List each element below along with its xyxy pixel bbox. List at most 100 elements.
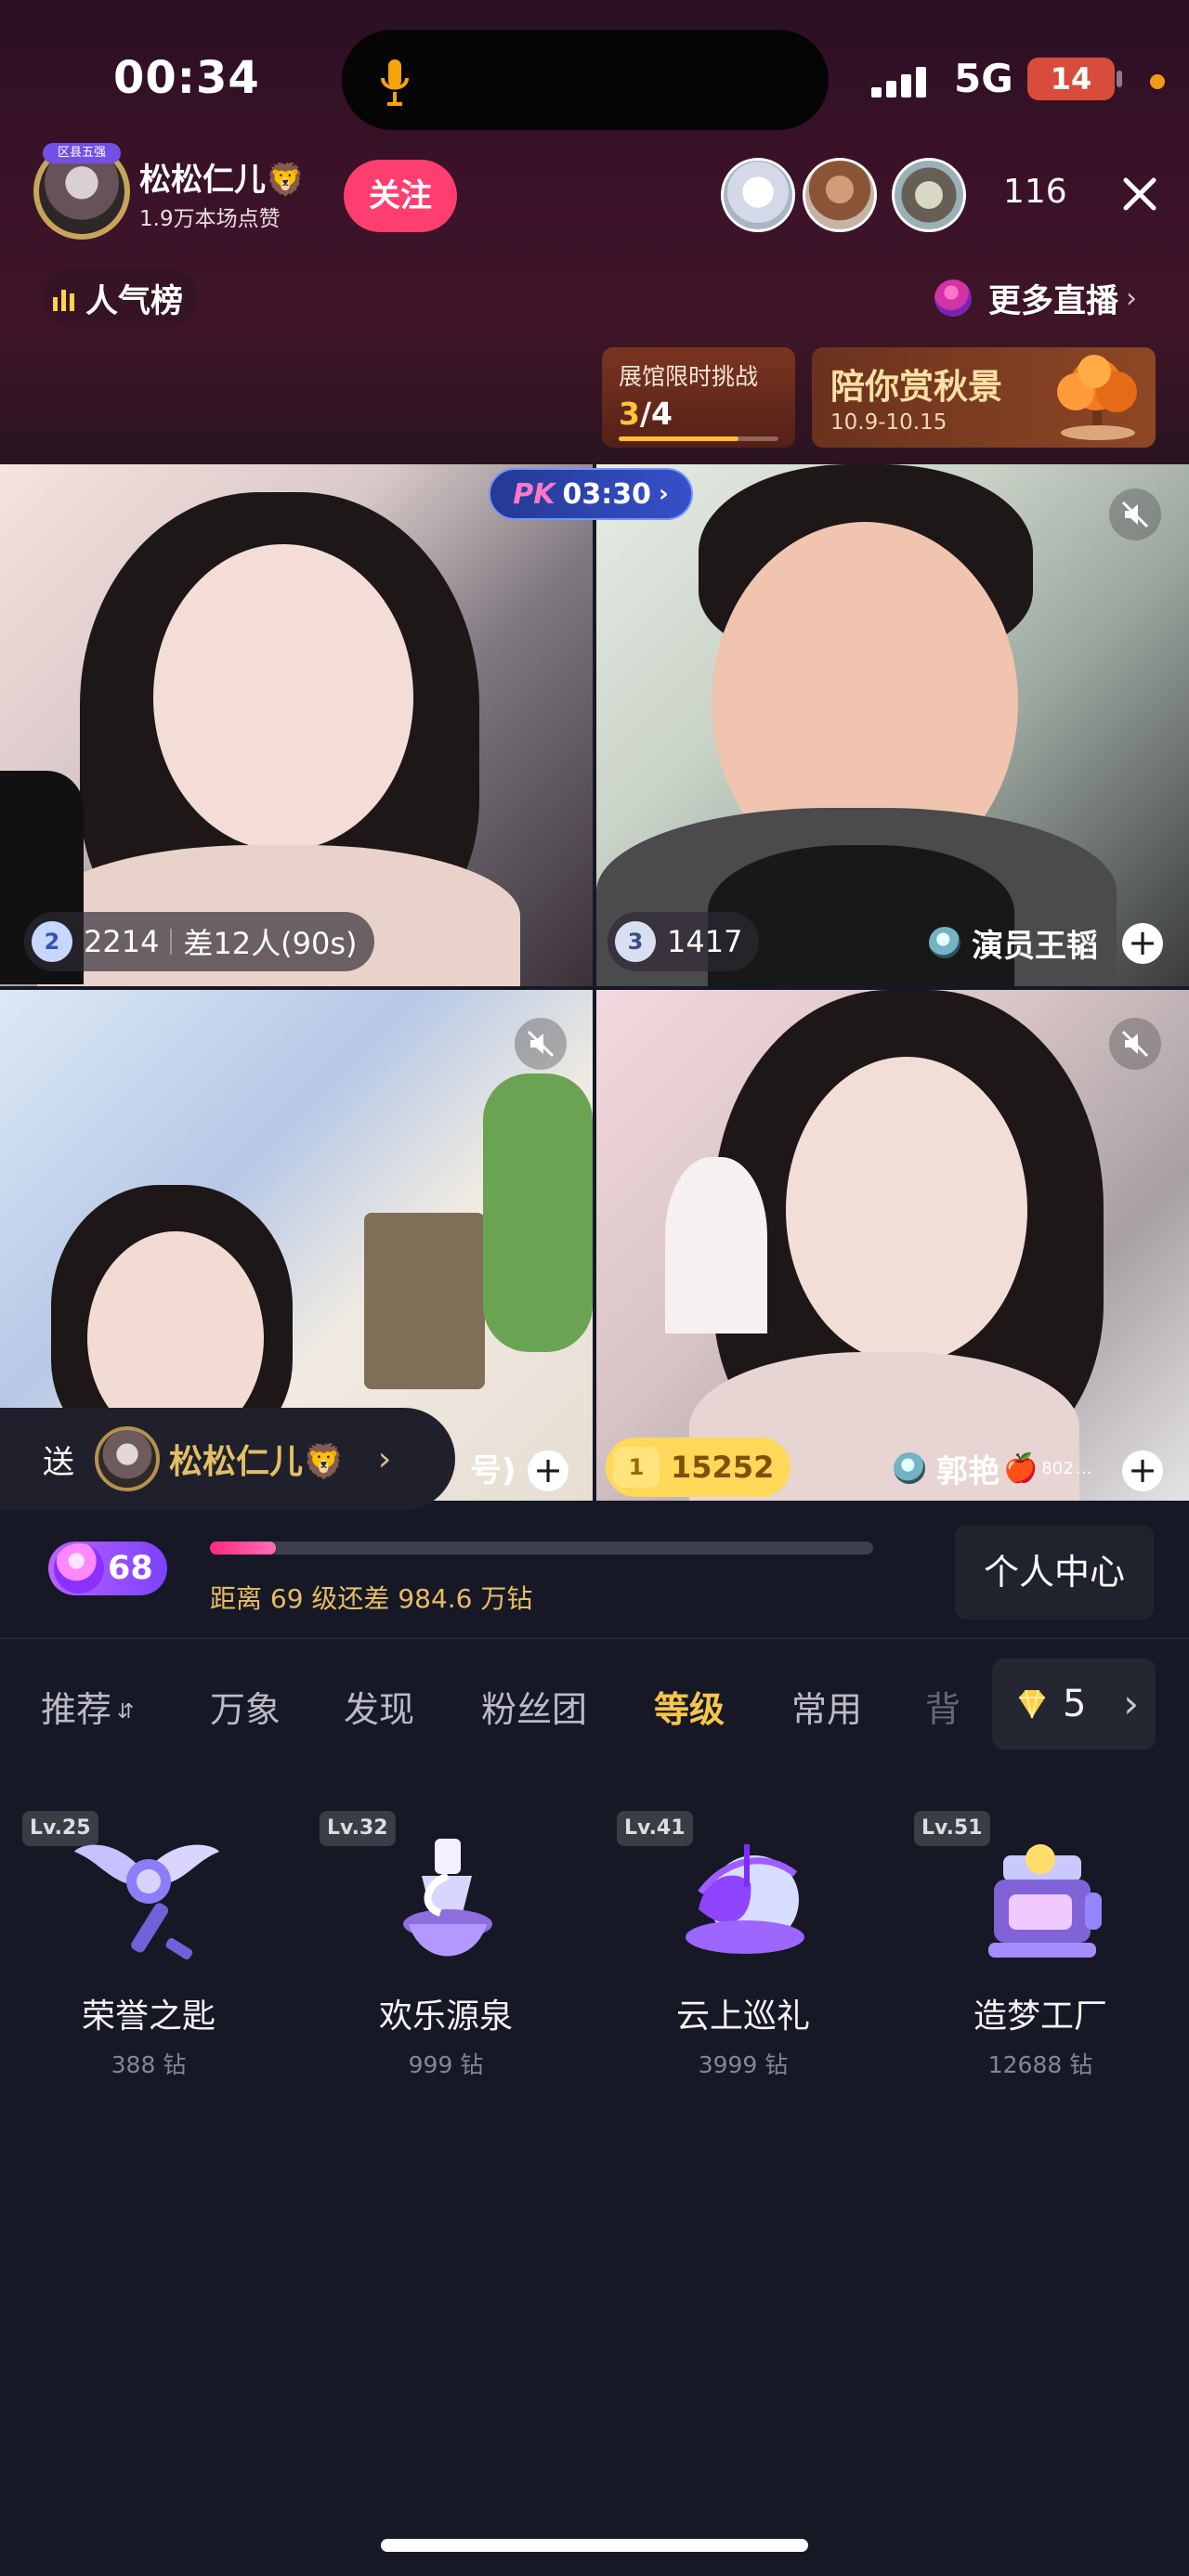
gift-price: 999 钻: [408, 2051, 484, 2078]
pk-label: PK: [513, 477, 555, 511]
recipient-avatar: [95, 1426, 160, 1491]
video-tile-streamer-2[interactable]: [596, 464, 1189, 986]
fountain-gift-icon: [403, 1839, 492, 1957]
gift-name: 造梦工厂: [973, 1997, 1107, 2036]
streamer-2-score-pill[interactable]: 3 1417: [608, 912, 760, 971]
user-level-badge[interactable]: 68: [48, 1542, 167, 1595]
score-note: 差12人(90s): [183, 926, 358, 961]
level-gem-icon: [54, 1543, 104, 1594]
level-progress-hint: 距离 69 级还差 984.6 万钻: [210, 1583, 533, 1614]
video-tile-streamer-4[interactable]: [596, 990, 1189, 1501]
hand-shape: [665, 1157, 767, 1334]
gift-item[interactable]: Lv.41 云上巡礼 3999 钻: [594, 1798, 892, 2095]
fan-badge-icon: [894, 1452, 925, 1484]
battery-level: 14: [1027, 58, 1115, 100]
follow-button[interactable]: 关注: [344, 160, 457, 232]
rank-badge: 3: [615, 921, 656, 962]
host-likes: 1.9万本场点赞: [139, 207, 281, 231]
speaker-muted-icon: [527, 1030, 555, 1058]
pk-score: 15252: [671, 1450, 775, 1485]
more-live-button[interactable]: 更多直播 ›: [934, 269, 1137, 327]
popularity-ranking-button[interactable]: 人气榜: [43, 269, 199, 327]
close-icon[interactable]: [1118, 173, 1161, 215]
diamond-balance-button[interactable]: 5 ›: [992, 1659, 1156, 1750]
gift-item[interactable]: Lv.51 造梦工厂 12688 钻: [892, 1798, 1189, 2095]
challenge-total: /4: [639, 396, 673, 432]
challenge-progress: 3/4: [619, 396, 673, 432]
chevron-right-icon: ›: [1123, 1681, 1139, 1726]
pk-timer-badge[interactable]: PK 03:30 ›: [489, 468, 693, 520]
streamer-1-score-pill[interactable]: 2 2214 差12人(90s): [24, 912, 374, 971]
rank-badge: 2: [32, 921, 72, 962]
pk-video-grid: [0, 464, 1189, 1501]
host-name[interactable]: 松松仁儿🦁: [139, 154, 305, 200]
mute-icon[interactable]: [515, 1018, 567, 1070]
send-label: 送: [43, 1443, 74, 1481]
mute-icon[interactable]: [1109, 1018, 1161, 1070]
personal-center-button[interactable]: 个人中心: [955, 1525, 1154, 1620]
mic-icon: [381, 59, 409, 106]
pk-score: 1417: [667, 924, 743, 959]
tab-discover[interactable]: 发现: [344, 1681, 414, 1732]
streamer-face: [153, 544, 413, 851]
tab-wanxiang[interactable]: 万象: [210, 1681, 281, 1732]
follow-plus-button[interactable]: +: [528, 1451, 568, 1491]
streamer-face: [786, 1057, 1027, 1363]
gift-recipient-selector[interactable]: 送 松松仁儿🦁 ›: [0, 1408, 455, 1510]
autumn-event-card[interactable]: 陪你赏秋景 10.9-10.15: [812, 347, 1156, 448]
chevron-right-icon: ›: [659, 480, 669, 508]
autumn-title: 陪你赏秋景: [830, 367, 1002, 407]
tab-label: 推荐: [41, 1689, 112, 1730]
streamer-name: 演员王韬: [972, 927, 1098, 965]
panel-divider: [0, 1638, 1189, 1639]
gift-item[interactable]: Lv.32 欢乐源泉 999 钻: [297, 1798, 594, 2095]
tab-fan-club[interactable]: 粉丝团: [481, 1681, 587, 1732]
gift-item[interactable]: Lv.25 荣誉之匙 388 钻: [0, 1798, 297, 2095]
tab-common[interactable]: 常用: [791, 1681, 862, 1732]
gift-name: 荣誉之匙: [81, 1997, 216, 2036]
streamer-3-name[interactable]: 号): [470, 1445, 516, 1490]
speaker-muted-icon: [1121, 501, 1149, 528]
streamer-extra: 802: [1041, 1458, 1074, 1478]
tab-level[interactable]: 等级: [654, 1681, 725, 1732]
mute-icon[interactable]: [1109, 488, 1161, 540]
battery-tip: [1117, 71, 1122, 87]
gift-price: 3999 钻: [698, 2051, 789, 2078]
viewer-avatar[interactable]: [721, 158, 795, 232]
bar-chart-icon: [53, 290, 74, 311]
video-tile-streamer-1[interactable]: [0, 464, 593, 986]
sort-icon: ⇵: [117, 1700, 135, 1724]
viewer-avatar[interactable]: [892, 158, 966, 232]
host-card[interactable]: 区县五强 松松仁儿🦁 1.9万本场点赞: [33, 143, 324, 243]
viewer-count[interactable]: 116: [1003, 173, 1067, 211]
ellipsis-text: …: [1075, 1458, 1092, 1478]
gift-name: 欢乐源泉: [378, 1997, 513, 2036]
chevron-right-icon: ›: [377, 1439, 392, 1478]
viewer-avatar[interactable]: [803, 158, 877, 232]
dynamic-island: [342, 30, 829, 130]
challenge-card[interactable]: 展馆限时挑战 3/4: [602, 347, 795, 448]
status-bar: 00:34 5G 14: [0, 0, 1189, 158]
key-gift-icon: [74, 1844, 219, 1960]
pk-score: 2214: [84, 924, 160, 959]
follow-plus-button[interactable]: +: [1122, 923, 1163, 964]
ranking-label: 人气榜: [85, 282, 184, 320]
user-level-number: 68: [108, 1550, 153, 1587]
home-indicator[interactable]: [381, 2539, 808, 2552]
autumn-date: 10.9-10.15: [830, 410, 947, 435]
dream-factory-gift-icon: [988, 1844, 1102, 1958]
gift-name: 云上巡礼: [675, 1997, 810, 2036]
score-separator: [170, 929, 173, 955]
status-time: 00:34: [113, 52, 260, 104]
speaker-muted-icon: [1121, 1030, 1149, 1058]
tab-recommend[interactable]: 推荐 ⇵: [41, 1681, 134, 1732]
follow-plus-button[interactable]: +: [1122, 1451, 1163, 1491]
recipient-name: 松松仁儿🦁: [169, 1443, 345, 1481]
challenge-title: 展馆限时挑战: [619, 363, 759, 390]
tab-backpack[interactable]: 背: [925, 1681, 960, 1732]
level-progress-fill: [210, 1542, 277, 1555]
network-label: 5G: [954, 56, 1013, 101]
host-rank-badge: 区县五强: [43, 143, 121, 163]
streamer-4-score-pill[interactable]: 1 15252: [606, 1438, 791, 1497]
gift-price: 12688 钻: [987, 2051, 1093, 2078]
